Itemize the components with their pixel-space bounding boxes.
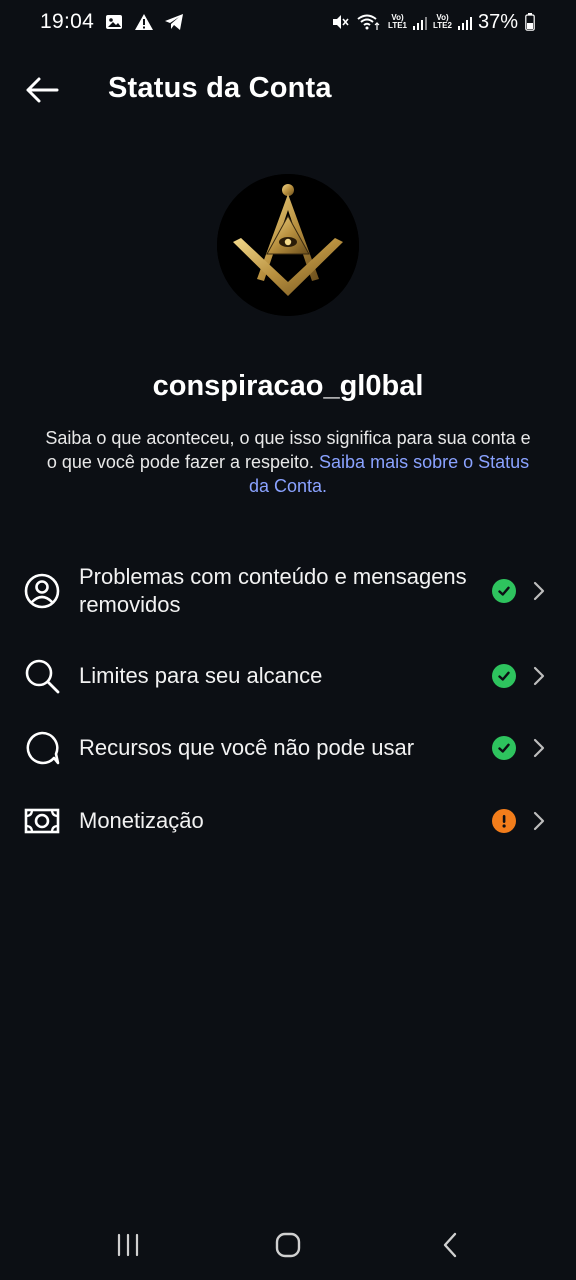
battery-icon	[524, 12, 536, 32]
status-bar: 19:04 Vo) LTE1 Vo) LTE2 37%	[0, 0, 576, 44]
system-nav-bar	[0, 1210, 576, 1280]
account-status-description: Saiba o que aconteceu, o que isso signif…	[44, 426, 532, 498]
chevron-right-icon	[528, 664, 550, 688]
back-button[interactable]	[22, 72, 62, 108]
check-circle-icon	[492, 579, 516, 603]
list-item-monetization[interactable]: Monetização	[0, 799, 576, 843]
app-header: Status da Conta	[0, 58, 576, 122]
status-time: 19:04	[40, 10, 95, 33]
avatar	[217, 174, 359, 316]
home-button[interactable]	[264, 1228, 312, 1262]
warning-circle-icon	[492, 809, 516, 833]
telegram-icon	[164, 12, 184, 32]
masonic-emblem-icon	[217, 174, 359, 316]
chevron-right-icon	[528, 736, 550, 760]
chevron-right-icon	[528, 809, 550, 833]
list-item-label: Problemas com conteúdo e mensagens remov…	[79, 564, 467, 617]
sim2-network-label: LTE2	[433, 21, 452, 30]
recent-apps-button[interactable]	[104, 1228, 152, 1262]
list-item-label: Limites para seu alcance	[79, 663, 323, 688]
back-icon	[443, 1232, 457, 1258]
chevron-right-icon	[528, 579, 550, 603]
search-icon	[22, 656, 62, 696]
account-status-screen: 19:04 Vo) LTE1 Vo) LTE2 37% Status da Co…	[0, 0, 576, 1280]
sim1-indicator: Vo) LTE1	[388, 14, 407, 30]
warning-icon	[134, 12, 154, 32]
user-circle-icon	[22, 571, 62, 611]
username: conspiracao_gl0bal	[152, 370, 424, 402]
battery-percentage: 37%	[477, 10, 518, 33]
system-back-button[interactable]	[426, 1228, 474, 1262]
mute-icon	[330, 12, 350, 32]
page-title: Status da Conta	[108, 72, 332, 104]
list-item-restricted-features[interactable]: Recursos que você não pode usar	[0, 726, 576, 770]
list-item-reach-limits[interactable]: Limites para seu alcance	[0, 654, 576, 698]
home-icon	[275, 1232, 301, 1258]
check-circle-icon	[492, 664, 516, 688]
money-icon	[22, 801, 62, 841]
speech-bubble-icon	[22, 728, 62, 768]
signal-icon	[413, 14, 427, 30]
list-item-removed-content[interactable]: Problemas com conteúdo e mensagens remov…	[0, 562, 576, 620]
wifi-icon	[356, 12, 382, 32]
recent-apps-icon	[117, 1233, 139, 1257]
status-bar-right: Vo) LTE1 Vo) LTE2 37%	[330, 11, 536, 34]
list-item-label: Recursos que você não pode usar	[79, 735, 415, 760]
status-bar-left: 19:04	[40, 10, 184, 34]
arrow-left-icon	[26, 77, 59, 103]
image-icon	[104, 12, 124, 32]
sim2-indicator: Vo) LTE2	[433, 14, 452, 30]
list-item-label: Monetização	[79, 808, 204, 833]
check-circle-icon	[492, 736, 516, 760]
signal-icon	[457, 14, 472, 30]
sim1-network-label: LTE1	[388, 21, 407, 30]
